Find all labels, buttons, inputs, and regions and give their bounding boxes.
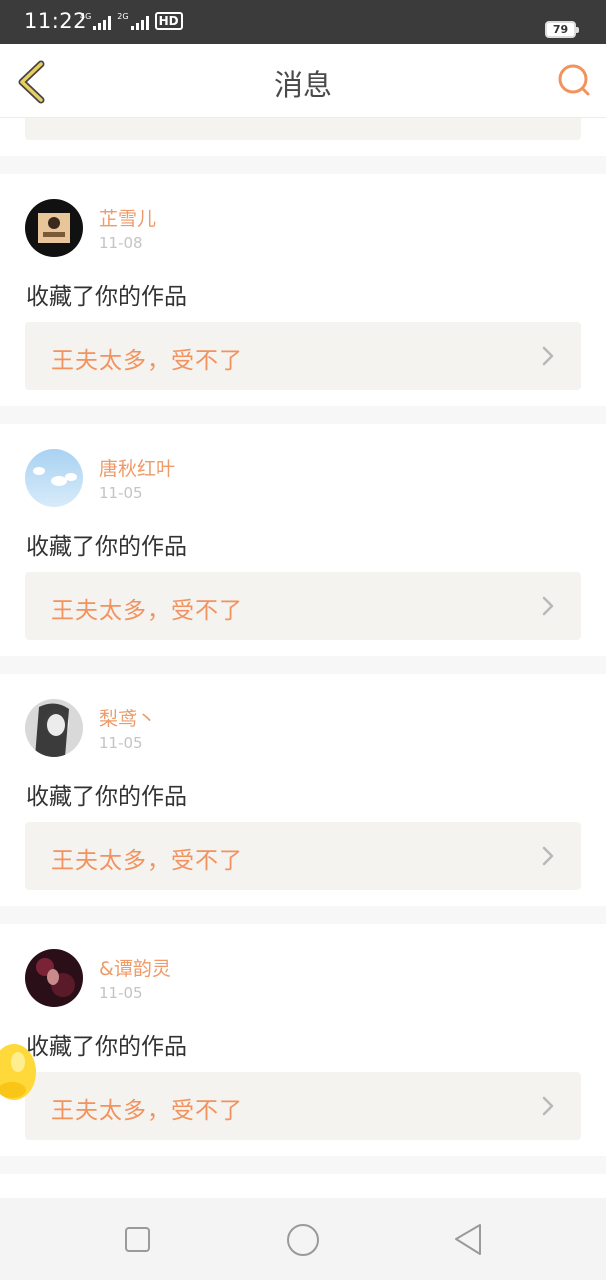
username[interactable]: 唐秋红叶	[99, 454, 175, 481]
app-header: 消息	[0, 44, 606, 118]
network-indicators: 4G 2G HD	[80, 12, 183, 30]
message-date: 11-05	[99, 984, 143, 1002]
triangle-back-icon	[455, 1224, 481, 1255]
system-navbar	[0, 1198, 606, 1280]
username[interactable]: &谭韵灵	[99, 954, 171, 981]
message-list[interactable]: 芷雪儿 11-08 收藏了你的作品 王夫太多，受不了 唐秋红叶 11-05 收藏…	[0, 118, 606, 1198]
page-title: 消息	[273, 68, 332, 102]
square-icon	[125, 1227, 150, 1252]
work-title: 王夫太多，受不了	[51, 1098, 243, 1124]
net-tag-4g: 4G	[80, 12, 92, 21]
list-item[interactable]: 唐秋红叶 11-05 收藏了你的作品 王夫太多，受不了	[0, 424, 606, 656]
message-date: 11-08	[99, 234, 143, 252]
signal-2g: 2G	[117, 12, 149, 30]
work-title: 王夫太多，受不了	[51, 598, 243, 624]
avatar[interactable]	[25, 449, 83, 507]
work-link[interactable]	[25, 118, 581, 140]
chevron-right-icon	[542, 346, 554, 366]
work-link[interactable]: 王夫太多，受不了	[25, 572, 581, 640]
work-link[interactable]: 王夫太多，受不了	[25, 822, 581, 890]
work-link[interactable]: 王夫太多，受不了	[25, 1072, 581, 1140]
work-title: 王夫太多，受不了	[51, 848, 243, 874]
chevron-right-icon	[542, 596, 554, 616]
list-item[interactable]: &谭韵灵 11-05 收藏了你的作品 王夫太多，受不了	[0, 924, 606, 1156]
circle-icon	[287, 1224, 319, 1256]
action-text: 收藏了你的作品	[26, 1034, 187, 1060]
recent-apps-button[interactable]	[118, 1219, 158, 1259]
list-item	[0, 118, 606, 156]
net-tag-2g: 2G	[117, 12, 129, 21]
search-button[interactable]	[555, 62, 593, 100]
username[interactable]: 梨鸢丶	[99, 704, 156, 731]
action-text: 收藏了你的作品	[26, 284, 187, 310]
message-date: 11-05	[99, 484, 143, 502]
list-item	[0, 1174, 606, 1198]
signal-bars-icon	[130, 16, 149, 30]
action-text: 收藏了你的作品	[26, 534, 187, 560]
hd-badge: HD	[154, 12, 183, 30]
avatar[interactable]	[25, 699, 83, 757]
chevron-right-icon	[542, 1096, 554, 1116]
work-link[interactable]: 王夫太多，受不了	[25, 322, 581, 390]
status-time: 11:22	[24, 9, 88, 33]
signal-bars-icon	[93, 16, 112, 30]
search-icon	[558, 64, 590, 96]
status-bar: 11:22 4G 2G HD 79	[0, 0, 606, 44]
chevron-right-icon	[542, 846, 554, 866]
back-nav-button[interactable]	[448, 1219, 488, 1259]
work-title: 王夫太多，受不了	[51, 348, 243, 374]
username[interactable]: 芷雪儿	[99, 204, 156, 231]
list-item[interactable]: 梨鸢丶 11-05 收藏了你的作品 王夫太多，受不了	[0, 674, 606, 906]
avatar[interactable]	[25, 199, 83, 257]
home-button[interactable]	[283, 1219, 323, 1259]
list-item[interactable]: 芷雪儿 11-08 收藏了你的作品 王夫太多，受不了	[0, 174, 606, 406]
message-date: 11-05	[99, 734, 143, 752]
action-text: 收藏了你的作品	[26, 784, 187, 810]
signal-4g: 4G	[80, 12, 112, 30]
floating-assistant-icon[interactable]	[0, 1040, 38, 1108]
avatar[interactable]	[25, 949, 83, 1007]
battery-icon: 79	[545, 21, 579, 38]
